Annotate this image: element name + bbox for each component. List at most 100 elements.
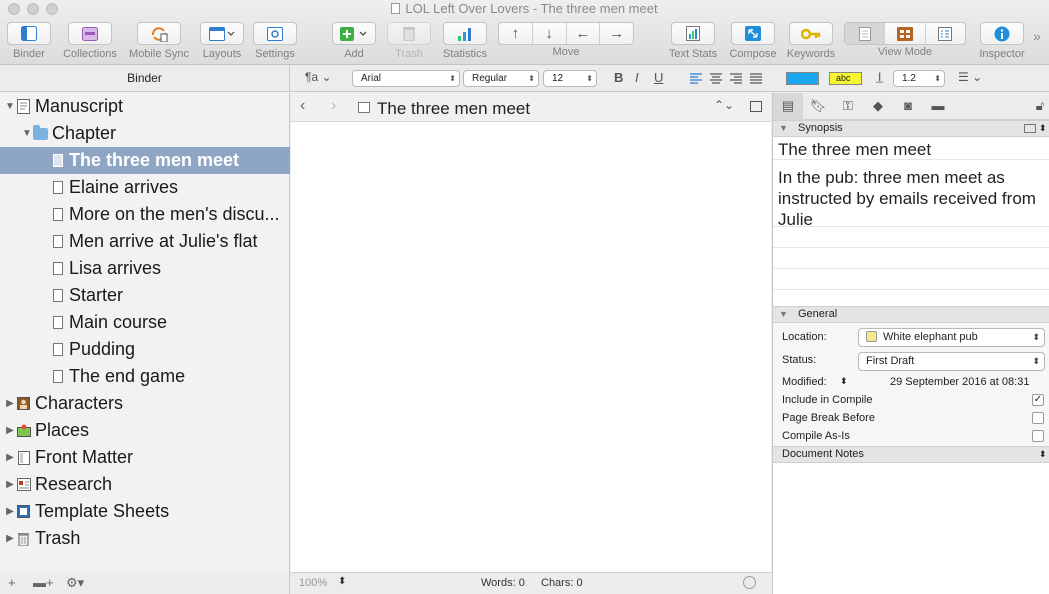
document-icon (50, 342, 65, 358)
binder-item[interactable]: ▶ Research (0, 471, 290, 498)
disclosure-open-icon[interactable]: ▼ (21, 128, 33, 139)
add-item-icon[interactable]: + (8, 575, 16, 590)
synopsis-section-header[interactable]: ▼ Synopsis ⬍ (773, 120, 1049, 137)
document-notes-area[interactable] (773, 463, 1049, 594)
add-folder-icon[interactable]: ▬+ (33, 575, 54, 590)
comment-icon[interactable]: ▬ (929, 98, 947, 116)
tag-icon[interactable]: ◆ (869, 98, 887, 116)
trash-toolbar-button[interactable]: Trash (387, 22, 431, 62)
add-label: Add (344, 48, 364, 60)
binder-item[interactable]: The end game (0, 363, 290, 390)
binder-item-label: Elaine arrives (69, 177, 179, 197)
binder-item[interactable]: Lisa arrives (0, 255, 290, 282)
lock-icon[interactable]: 🔓︎ (1031, 98, 1049, 116)
prev-next-document-icon[interactable]: ⌃⌄ (714, 98, 734, 112)
move-left-button[interactable]: ← (567, 23, 601, 44)
collections-toolbar-button[interactable]: Collections (60, 22, 120, 62)
editor-text-area[interactable] (291, 122, 771, 572)
document-icon (50, 261, 65, 277)
binder-header: Binder (0, 65, 290, 92)
places-icon (16, 423, 31, 439)
updown-arrows-icon[interactable]: ⬍ (1039, 447, 1047, 462)
paragraph-style-icon[interactable]: ¶a ⌄ (305, 70, 332, 84)
list-style-icon[interactable]: ☰ ⌄ (958, 70, 982, 84)
synopsis-text[interactable]: In the pub: three men meet as instructed… (778, 167, 1043, 230)
gear-icon[interactable]: ⚙▾ (66, 575, 84, 591)
toolbar-overflow-chevron-icon[interactable]: » (1033, 28, 1041, 44)
synopsis-mode-icon[interactable] (1024, 124, 1036, 133)
disclosure-open-icon[interactable]: ▼ (4, 101, 16, 112)
binder-item[interactable]: ▶ Template Sheets (0, 498, 290, 525)
disclosure-closed-icon[interactable]: ▶ (4, 452, 16, 463)
binder-item[interactable]: ▶ Front Matter (0, 444, 290, 471)
inspector-toolbar-button[interactable]: Inspector (975, 22, 1029, 62)
binder-item[interactable]: Main course (0, 309, 290, 336)
text-stats-toolbar-button[interactable]: Text Stats (666, 22, 720, 62)
settings-toolbar-button[interactable]: Settings (252, 22, 298, 62)
include-in-compile-checkbox[interactable]: ✓ (1032, 394, 1044, 406)
bookmark-icon[interactable]: 🔖︎ (809, 98, 827, 116)
notes-icon[interactable]: ▤ (779, 98, 797, 116)
add-toolbar-button[interactable]: Add (332, 22, 376, 62)
move-down-button[interactable]: ↓ (533, 23, 567, 44)
page-break-before-checkbox[interactable] (1032, 412, 1044, 424)
binder-item[interactable]: ▶ Trash (0, 525, 290, 552)
disclosure-closed-icon[interactable]: ▶ (4, 533, 16, 544)
binder-item[interactable]: Starter (0, 282, 290, 309)
font-size-select[interactable]: 12 ⬍ (543, 70, 597, 87)
binder-item[interactable]: ▶ Characters (0, 390, 290, 417)
statistics-toolbar-button[interactable]: Statistics (441, 22, 489, 62)
italic-button[interactable]: I (635, 70, 639, 85)
disclosure-closed-icon[interactable]: ▶ (4, 506, 16, 517)
synopsis-area[interactable]: The three men meet In the pub: three men… (773, 137, 1049, 307)
disclosure-closed-icon[interactable]: ▶ (4, 398, 16, 409)
key-icon[interactable]: ⚿ (839, 98, 857, 116)
layouts-toolbar-button[interactable]: Layouts (199, 22, 245, 62)
zoom-stepper-icon[interactable]: ⬍ (338, 576, 346, 587)
binder-item[interactable]: The three men meet (0, 147, 290, 174)
updown-arrows-icon[interactable]: ⬍ (1039, 121, 1047, 136)
compile-as-is-checkbox[interactable] (1032, 430, 1044, 442)
location-popup[interactable]: White elephant pub ⬍ (858, 328, 1045, 347)
forward-arrow-icon[interactable]: › (331, 97, 336, 115)
binder-item[interactable]: ▶ Places (0, 417, 290, 444)
font-family-select[interactable]: Arial ⬍ (352, 70, 460, 87)
highlight-color-swatch[interactable]: abc (829, 72, 862, 85)
move-right-button[interactable]: → (600, 23, 633, 44)
font-style-select[interactable]: Regular ⬍ (463, 70, 539, 87)
camera-icon[interactable]: ◙ (899, 98, 917, 116)
back-arrow-icon[interactable]: ‹ (300, 97, 305, 115)
document-notes-section-header[interactable]: Document Notes ⬍ (773, 446, 1049, 463)
underline-button[interactable]: U (654, 70, 663, 85)
binder-item-label: Trash (35, 528, 81, 548)
binder-item[interactable]: More on the men's discu... (0, 201, 290, 228)
synopsis-title[interactable]: The three men meet (778, 140, 931, 160)
zoom-level[interactable]: 100% (299, 577, 327, 589)
binder-item-label: Men arrive at Julie's flat (69, 231, 258, 251)
view-mode-outliner-button[interactable] (926, 23, 965, 44)
alignment-buttons[interactable] (690, 73, 764, 84)
move-up-button[interactable]: ↑ (499, 23, 533, 44)
binder-toolbar-button[interactable]: Binder (7, 22, 51, 62)
view-mode-corkboard-button[interactable] (885, 23, 926, 44)
binder-item-label: Front Matter (35, 447, 134, 467)
compose-toolbar-button[interactable]: Compose (727, 22, 779, 62)
bold-button[interactable]: B (614, 70, 623, 85)
status-popup[interactable]: First Draft ⬍ (858, 352, 1045, 371)
binder-item[interactable]: Men arrive at Julie's flat (0, 228, 290, 255)
text-color-swatch[interactable] (786, 72, 819, 85)
line-spacing-select[interactable]: 1.2 ⬍ (893, 70, 945, 87)
view-mode-document-button[interactable] (845, 23, 886, 44)
disclosure-closed-icon[interactable]: ▶ (4, 479, 16, 490)
date-stepper-icon[interactable]: ⬍ (840, 376, 848, 387)
binder-item[interactable]: ▼ Manuscript (0, 93, 290, 120)
split-view-icon[interactable] (750, 101, 762, 112)
binder-item[interactable]: Elaine arrives (0, 174, 290, 201)
mobile-sync-toolbar-button[interactable]: Mobile Sync (127, 22, 191, 62)
disclosure-closed-icon[interactable]: ▶ (4, 425, 16, 436)
binder-item[interactable]: Pudding (0, 336, 290, 363)
general-section-header[interactable]: ▼ General (773, 306, 1049, 323)
target-icon[interactable] (743, 576, 756, 589)
keywords-toolbar-button[interactable]: Keywords (785, 22, 837, 62)
binder-item[interactable]: ▼ Chapter (0, 120, 290, 147)
